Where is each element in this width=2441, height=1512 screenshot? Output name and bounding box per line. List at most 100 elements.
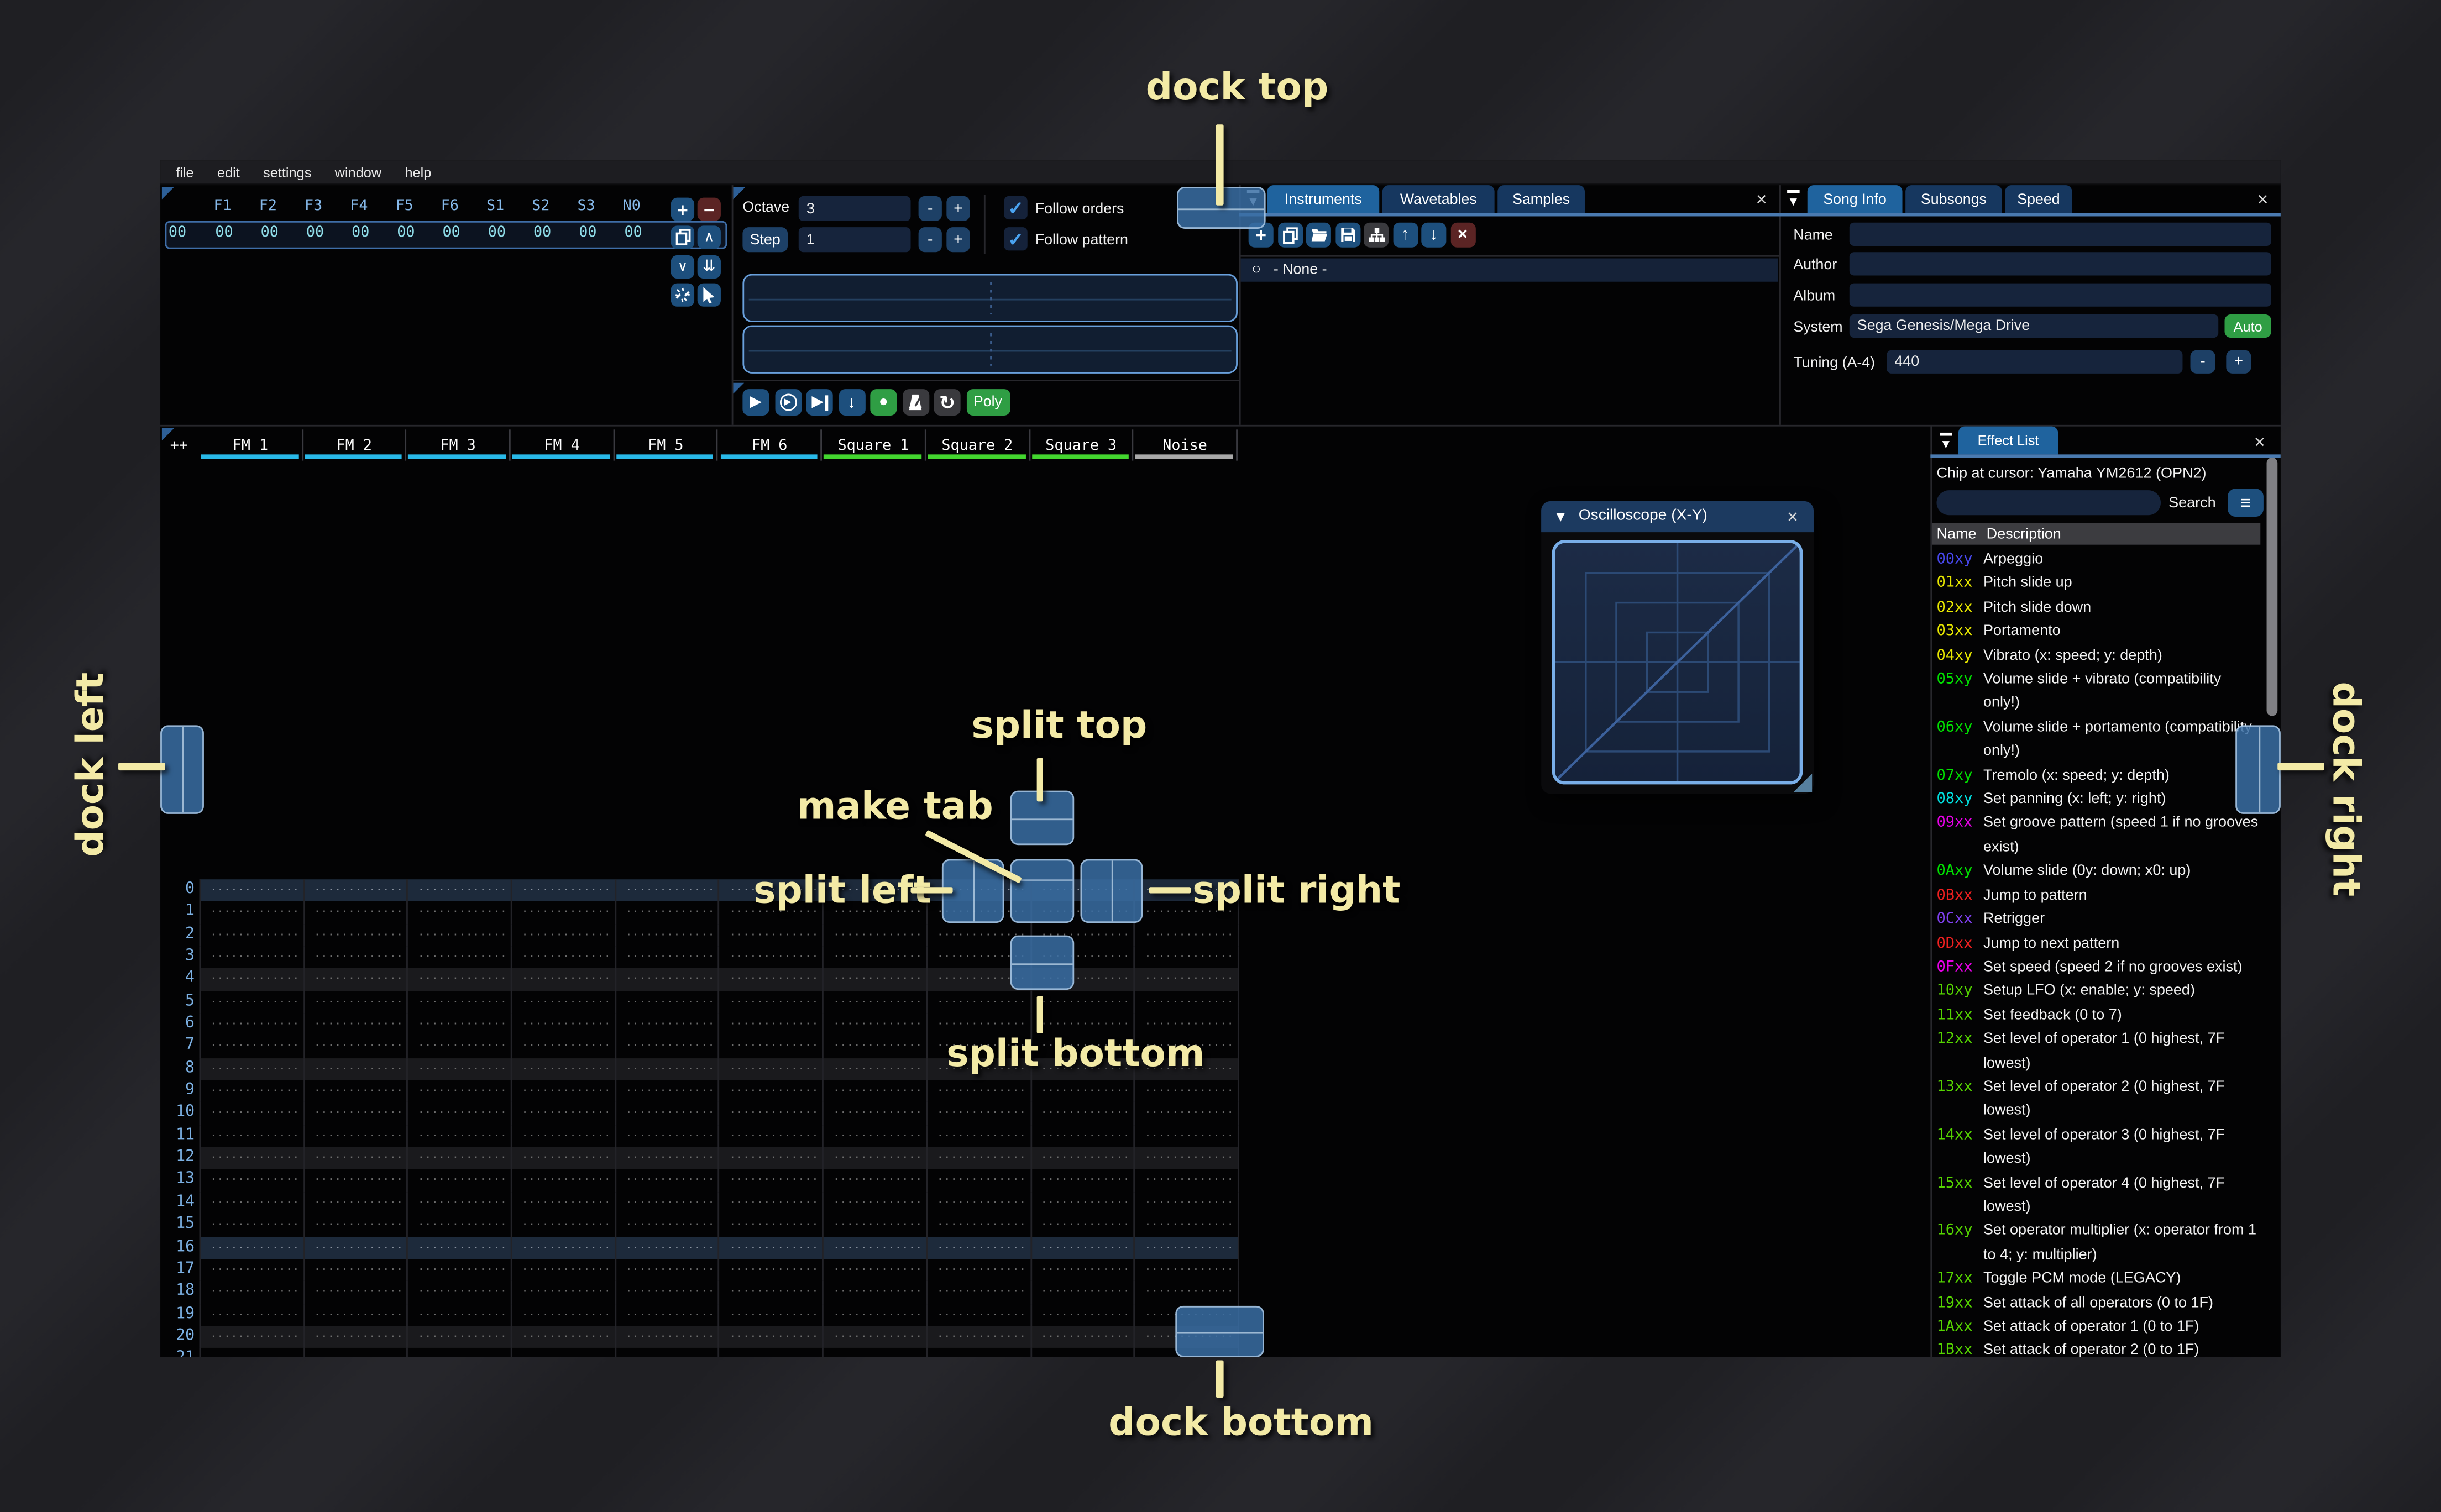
pattern-cell[interactable]: ·············	[305, 1348, 408, 1357]
octave-input[interactable]	[798, 196, 911, 221]
pattern-cell[interactable]: ·············	[824, 1147, 928, 1170]
pattern-cell[interactable]: ·············	[512, 1058, 616, 1080]
pattern-cell[interactable]: ·············	[305, 1191, 408, 1215]
order-edit-mode-button[interactable]	[697, 283, 721, 307]
instrument-save-button[interactable]	[1334, 222, 1360, 248]
pattern-cell[interactable]: ·············	[720, 1326, 824, 1348]
pattern-cell[interactable]: ·············	[616, 1348, 720, 1357]
pattern-cell[interactable]: ·············	[201, 1191, 305, 1215]
effect-item[interactable]: 09xx Set groove pattern (speed 1 if no gr…	[1936, 812, 2263, 860]
pattern-cell[interactable]: ·············	[201, 1147, 305, 1170]
pattern-cell[interactable]: ·············	[928, 1303, 1031, 1326]
tuning-increase-button[interactable]: +	[2226, 350, 2251, 374]
order-value[interactable]: 00	[565, 224, 610, 242]
menu-help[interactable]: help	[405, 164, 431, 180]
octave-decrease-button[interactable]: -	[918, 196, 942, 221]
effect-item[interactable]: 01xx Pitch slide up	[1936, 572, 2263, 596]
poly-toggle-button[interactable]: Poly	[966, 389, 1010, 416]
pattern-cell[interactable]: ·············	[928, 1326, 1031, 1348]
effect-item[interactable]: 11xx Set feedback (0 to 7)	[1936, 1004, 2263, 1027]
pattern-cell[interactable]: ·············	[305, 968, 408, 991]
effect-item[interactable]: 19xx Set attack of all operators (0 to 1F…	[1936, 1291, 2263, 1315]
channel-header-fm-5[interactable]: FM 5	[615, 429, 719, 461]
pattern-cell[interactable]: ·············	[1135, 968, 1239, 991]
pattern-cell[interactable]: ·············	[408, 1281, 512, 1304]
order-remove-button[interactable]: −	[697, 197, 721, 221]
pattern-cell[interactable]: ·············	[824, 1125, 928, 1147]
order-value[interactable]: 00	[383, 224, 428, 242]
pattern-cell[interactable]: ·············	[1031, 1348, 1135, 1357]
channel-header-fm-2[interactable]: FM 2	[303, 429, 407, 461]
effect-item[interactable]: 0Axy Volume slide (0y: down; x0: up)	[1936, 859, 2263, 883]
effect-item[interactable]: 0Dxx Jump to next pattern	[1936, 932, 2263, 956]
pattern-cell[interactable]: ·············	[305, 1281, 408, 1304]
split-target-bottom[interactable]	[1010, 935, 1075, 990]
order-value[interactable]: 00	[292, 224, 338, 242]
instrument-move-up-button[interactable]: ↑	[1392, 222, 1418, 248]
dock-target-left[interactable]	[160, 725, 204, 814]
pattern-cell[interactable]: ·············	[201, 1214, 305, 1237]
pattern-cell[interactable]: ·············	[928, 1125, 1031, 1147]
pattern-cell[interactable]: ·············	[201, 1058, 305, 1080]
pattern-cell[interactable]: ·············	[512, 1258, 616, 1282]
effect-item[interactable]: 04xy Vibrato (x: speed; y: depth)	[1936, 644, 2263, 668]
pattern-cell[interactable]: ·············	[512, 1191, 616, 1215]
pattern-cell[interactable]: ·············	[616, 901, 720, 925]
system-input[interactable]	[1849, 314, 2219, 338]
pattern-cell[interactable]: ·············	[824, 1326, 928, 1348]
pattern-cell[interactable]: ·············	[408, 1169, 512, 1192]
pattern-cell[interactable]: ·············	[1135, 1281, 1239, 1304]
order-value[interactable]: 00	[520, 224, 565, 242]
pattern-cell[interactable]: ·············	[201, 1258, 305, 1282]
dock-target-bottom[interactable]	[1175, 1305, 1264, 1357]
pattern-cell[interactable]: ·············	[824, 946, 928, 969]
tuning-input[interactable]	[1887, 350, 2183, 374]
effect-item[interactable]: 15xx Set level of operator 4 (0 highest, …	[1936, 1171, 2263, 1219]
pattern-cell[interactable]: ·············	[408, 1326, 512, 1348]
pattern-cell[interactable]: ·············	[408, 1147, 512, 1170]
pattern-cell[interactable]: ·············	[1031, 1214, 1135, 1237]
pattern-cell[interactable]: ·············	[512, 968, 616, 991]
pattern-cell[interactable]: ·············	[616, 1080, 720, 1103]
pattern-cell[interactable]: ·············	[408, 1125, 512, 1147]
pattern-cell[interactable]: ·············	[305, 1236, 408, 1259]
order-value[interactable]: 00	[611, 224, 656, 242]
pattern-cell[interactable]: ·············	[408, 1303, 512, 1326]
orders-row[interactable]: 00 00 00 00 00 00 00 00 00 00 00	[165, 221, 727, 249]
pattern-cell[interactable]: ·············	[512, 879, 616, 902]
effect-item[interactable]: 05xy Volume slide + vibrato (compatibilit…	[1936, 668, 2263, 716]
pattern-cell[interactable]: ·············	[1031, 1080, 1135, 1103]
pattern-cell[interactable]: ·············	[616, 1214, 720, 1237]
order-value[interactable]: 00	[247, 224, 292, 242]
pattern-cell[interactable]: ·············	[616, 1236, 720, 1259]
pattern-cell[interactable]: ·············	[824, 1035, 928, 1058]
split-target-right[interactable]	[1080, 859, 1143, 923]
pattern-cell[interactable]: ·············	[305, 1125, 408, 1147]
pattern-cell[interactable]: ·············	[201, 991, 305, 1014]
pattern-cell[interactable]: ·············	[928, 1348, 1031, 1357]
step-input[interactable]	[798, 227, 911, 253]
effect-item[interactable]: 08xy Set panning (x: left; y: right)	[1936, 788, 2263, 811]
pattern-cell[interactable]: ·············	[305, 1102, 408, 1125]
make-tab-target[interactable]	[1010, 859, 1075, 923]
pattern-cell[interactable]: ·············	[824, 1080, 928, 1103]
pattern-cell[interactable]: ·············	[305, 946, 408, 969]
pattern-cell[interactable]: ·············	[201, 879, 305, 902]
pattern-cell[interactable]: ·············	[512, 901, 616, 925]
effect-table-header[interactable]: Name Description	[1932, 523, 2261, 545]
pattern-cell[interactable]: ·············	[512, 924, 616, 947]
pattern-cell[interactable]: ·············	[512, 1035, 616, 1058]
pattern-cell[interactable]: ·············	[720, 1348, 824, 1357]
pattern-cell[interactable]: ·············	[824, 1214, 928, 1237]
pattern-cell[interactable]: ·············	[201, 1102, 305, 1125]
pattern-cell[interactable]: ·············	[305, 1303, 408, 1326]
pattern-cell[interactable]: ·············	[408, 879, 512, 902]
pattern-cell[interactable]: ·············	[720, 1214, 824, 1237]
pattern-cell[interactable]: ·············	[1135, 1214, 1239, 1237]
song-album-input[interactable]	[1849, 283, 2271, 307]
pattern-cell[interactable]: ·············	[616, 1125, 720, 1147]
collapse-window-icon[interactable]: ▼	[1787, 190, 1800, 208]
pattern-cell[interactable]: ·············	[616, 1258, 720, 1282]
effect-item[interactable]: 06xy Volume slide + portamento (compatibi…	[1936, 716, 2263, 764]
pattern-cell[interactable]: ·············	[616, 879, 720, 902]
